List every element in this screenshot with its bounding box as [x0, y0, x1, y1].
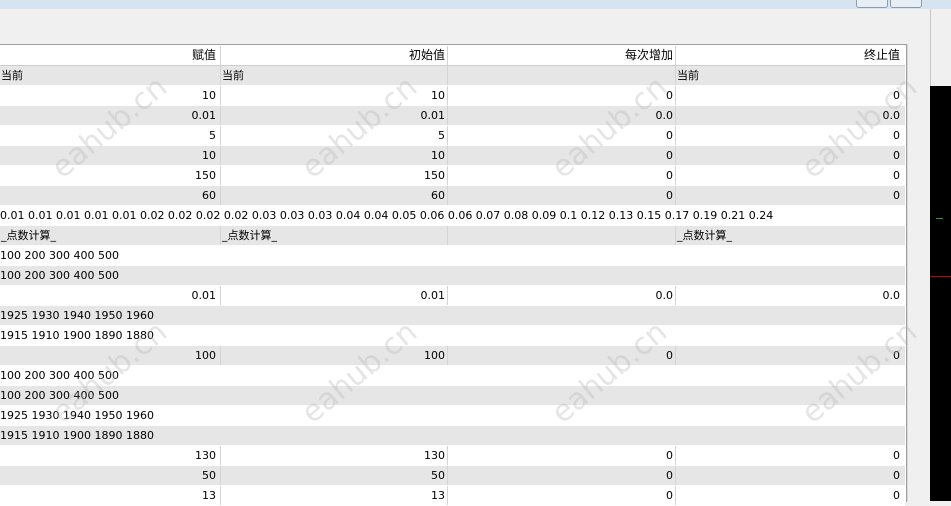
- cell-step[interactable]: 0: [447, 126, 675, 145]
- cell-step[interactable]: [447, 66, 675, 85]
- cell-stop[interactable]: 0: [675, 466, 905, 485]
- cell-step[interactable]: 0: [447, 346, 675, 365]
- cell-start[interactable]: 60: [220, 186, 447, 205]
- column-header-stop[interactable]: 终止值: [675, 46, 905, 65]
- table-row[interactable]: 1925 1930 1940 1950 1960: [0, 406, 905, 426]
- cell-start[interactable]: 150: [220, 166, 447, 185]
- cell-value[interactable]: 0.01: [0, 106, 220, 125]
- row-value-list[interactable]: 100 200 300 400 500: [0, 266, 905, 285]
- cell-start[interactable]: 100: [220, 346, 447, 365]
- table-row[interactable]: 0.01 0.01 0.0 0.0: [0, 286, 905, 306]
- row-value-list[interactable]: 100 200 300 400 500: [0, 366, 905, 385]
- row-value-list[interactable]: 1915 1910 1900 1890 1880: [0, 326, 905, 345]
- cell-value[interactable]: 100: [0, 346, 220, 365]
- cell-start[interactable]: 50: [220, 466, 447, 485]
- cell-step[interactable]: 0: [447, 486, 675, 505]
- minimize-button[interactable]: [856, 0, 888, 8]
- table-row[interactable]: 60 60 0 0: [0, 186, 905, 206]
- table-row[interactable]: 10 10 0 0: [0, 86, 905, 106]
- cell-start[interactable]: 13: [220, 486, 447, 505]
- cell-stop[interactable]: 0: [675, 146, 905, 165]
- cell-start[interactable]: 10: [220, 86, 447, 105]
- cell-start[interactable]: 10: [220, 146, 447, 165]
- cell-value[interactable]: _点数计算_: [0, 226, 220, 245]
- cell-value[interactable]: 60: [0, 186, 220, 205]
- cell-stop[interactable]: 0: [675, 346, 905, 365]
- cell-stop[interactable]: _点数计算_: [675, 226, 905, 245]
- table-row[interactable]: 100 200 300 400 500: [0, 266, 905, 286]
- table-row[interactable]: 1915 1910 1900 1890 1880: [0, 426, 905, 446]
- cell-start[interactable]: 130: [220, 446, 447, 465]
- cell-start[interactable]: 5: [220, 126, 447, 145]
- row-value-list[interactable]: 1925 1930 1940 1950 1960: [0, 406, 905, 425]
- table-row[interactable]: 0.01 0.01 0.0 0.0: [0, 106, 905, 126]
- cell-start[interactable]: 0.01: [220, 286, 447, 305]
- cell-value[interactable]: 13: [0, 486, 220, 505]
- cell-step[interactable]: 0: [447, 466, 675, 485]
- cell-value[interactable]: 10: [0, 146, 220, 165]
- column-header-step[interactable]: 每次增加: [447, 46, 675, 65]
- table-row[interactable]: 13 13 0 0: [0, 486, 905, 506]
- cell-stop[interactable]: 0: [675, 446, 905, 465]
- table-row[interactable]: 100 200 300 400 500: [0, 386, 905, 406]
- table-row[interactable]: 100 200 300 400 500: [0, 246, 905, 266]
- table-row[interactable]: 1925 1930 1940 1950 1960: [0, 306, 905, 326]
- cell-stop[interactable]: 0: [675, 186, 905, 205]
- row-value-list[interactable]: 0.01 0.01 0.01 0.01 0.01 0.02 0.02 0.02 …: [0, 206, 905, 225]
- cell-stop[interactable]: 0: [675, 126, 905, 145]
- table-row[interactable]: _点数计算_ _点数计算_ _点数计算_: [0, 226, 905, 246]
- cell-step[interactable]: 0: [447, 186, 675, 205]
- cell-value[interactable]: 10: [0, 86, 220, 105]
- cell-stop[interactable]: 0: [675, 166, 905, 185]
- cell-stop[interactable]: 0.0: [675, 286, 905, 305]
- table-row[interactable]: 当前 当前 当前: [0, 66, 905, 86]
- cell-stop[interactable]: 0: [675, 486, 905, 505]
- cell-value[interactable]: 130: [0, 446, 220, 465]
- cell-start[interactable]: 当前: [220, 66, 447, 85]
- chart-edge-top: [930, 9, 951, 86]
- cell-step[interactable]: 0.0: [447, 106, 675, 125]
- table-row[interactable]: 5500: [0, 126, 905, 146]
- cell-start[interactable]: 0.01: [220, 106, 447, 125]
- cell-step[interactable]: 0.0: [447, 286, 675, 305]
- table-row[interactable]: 0.01 0.01 0.01 0.01 0.01 0.02 0.02 0.02 …: [0, 206, 905, 226]
- cell-value[interactable]: 0.01: [0, 286, 220, 305]
- chart-tick-red: [930, 276, 951, 277]
- cell-step[interactable]: 0: [447, 146, 675, 165]
- cell-value[interactable]: 当前: [0, 66, 220, 85]
- column-header-value[interactable]: 赋值: [0, 46, 220, 65]
- cell-stop[interactable]: 当前: [675, 66, 905, 85]
- table-row[interactable]: 1915 1910 1900 1890 1880: [0, 326, 905, 346]
- parameter-table: 赋值 初始值 每次增加 终止值 当前 当前 当前 10 10 0 0 0.01 0.01 0.0 0…: [0, 46, 905, 506]
- cell-step[interactable]: [447, 226, 675, 245]
- table-row[interactable]: 100 100 0 0: [0, 346, 905, 366]
- row-value-list[interactable]: 1925 1930 1940 1950 1960: [0, 306, 905, 325]
- cell-value[interactable]: 150: [0, 166, 220, 185]
- chart-edge: [930, 86, 951, 501]
- chart-tick-green: [936, 218, 943, 219]
- cell-stop[interactable]: 0: [675, 86, 905, 105]
- cell-stop[interactable]: 0.0: [675, 106, 905, 125]
- cell-step[interactable]: 0: [447, 166, 675, 185]
- row-value-list[interactable]: 100 200 300 400 500: [0, 386, 905, 405]
- table-row[interactable]: 130 130 0 0: [0, 446, 905, 466]
- cell-step[interactable]: 0: [447, 86, 675, 105]
- table-row[interactable]: 100 200 300 400 500: [0, 366, 905, 386]
- table-header: 赋值 初始值 每次增加 终止值: [0, 46, 905, 66]
- cell-value[interactable]: 50: [0, 466, 220, 485]
- column-header-start[interactable]: 初始值: [220, 46, 447, 65]
- restore-button[interactable]: [890, 0, 922, 8]
- vertical-scrollbar[interactable]: [907, 44, 930, 501]
- cell-step[interactable]: 0: [447, 446, 675, 465]
- row-value-list[interactable]: 1915 1910 1900 1890 1880: [0, 426, 905, 445]
- cell-value[interactable]: 5: [0, 126, 220, 145]
- row-value-list[interactable]: 100 200 300 400 500: [0, 246, 905, 265]
- table-row[interactable]: 50 50 0 0: [0, 466, 905, 486]
- cell-start[interactable]: _点数计算_: [220, 226, 447, 245]
- table-row[interactable]: 10 10 0 0: [0, 146, 905, 166]
- table-row[interactable]: 150 150 0 0: [0, 166, 905, 186]
